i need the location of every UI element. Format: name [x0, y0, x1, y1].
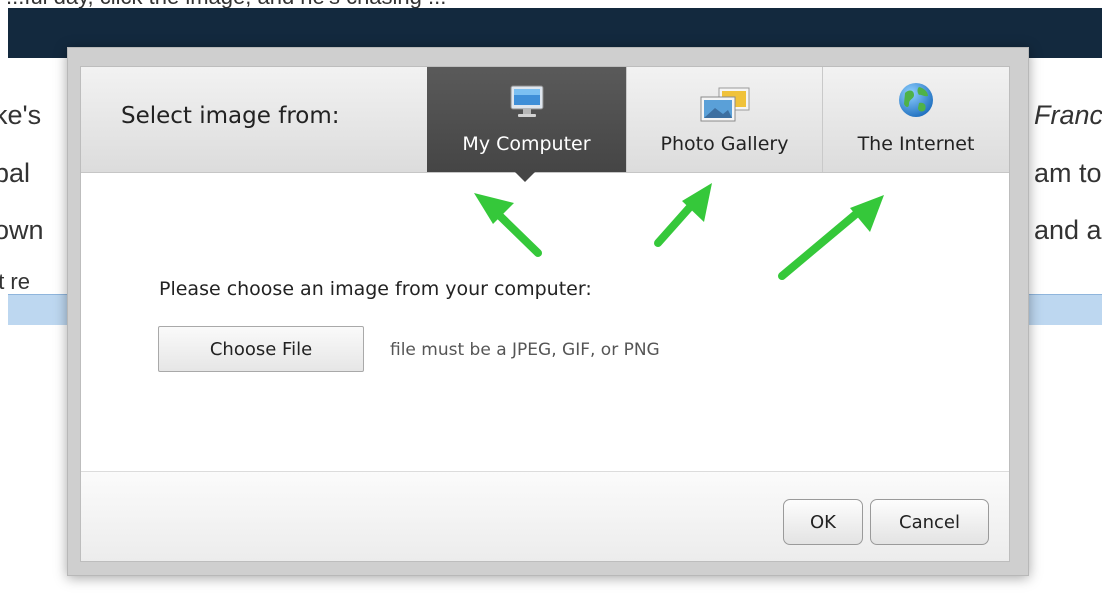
background-text-right-2: am to — [1034, 158, 1102, 188]
background-top-text: ...ful day, click the image, and he's ch… — [0, 0, 1102, 8]
background-text-left-4: 't re — [0, 269, 30, 294]
select-image-label: Select image from: — [121, 103, 340, 129]
ok-button[interactable]: OK — [783, 499, 863, 545]
dialog-footer: OK Cancel — [81, 471, 1009, 561]
tab-my-computer[interactable]: My Computer — [427, 67, 626, 172]
globe-icon — [897, 81, 935, 123]
tab-photo-gallery-label: Photo Gallery — [660, 133, 789, 155]
background-text-left-3: own — [0, 215, 44, 245]
active-tab-pointer — [515, 172, 535, 182]
choose-file-button[interactable]: Choose File — [158, 326, 364, 372]
file-type-hint: file must be a JPEG, GIF, or PNG — [390, 340, 660, 360]
background-text-right-3: and a — [1034, 215, 1102, 245]
background-text-left-1: ke's — [0, 100, 42, 130]
background-text-left-2: bal — [0, 158, 31, 188]
tab-photo-gallery[interactable]: Photo Gallery — [626, 67, 822, 172]
choose-image-prompt: Please choose an image from your compute… — [159, 278, 592, 300]
photos-icon — [697, 87, 753, 127]
background-text-right-1: Franc — [1034, 100, 1102, 130]
tab-the-internet-label: The Internet — [857, 133, 975, 155]
select-image-dialog: Select image from: My Computer Photo Gal… — [80, 66, 1010, 562]
dialog-header: Select image from: My Computer Photo Gal… — [81, 67, 1009, 173]
monitor-icon — [509, 85, 545, 123]
cancel-button[interactable]: Cancel — [870, 499, 989, 545]
tab-my-computer-label: My Computer — [462, 133, 591, 155]
tab-the-internet[interactable]: The Internet — [822, 67, 1009, 172]
